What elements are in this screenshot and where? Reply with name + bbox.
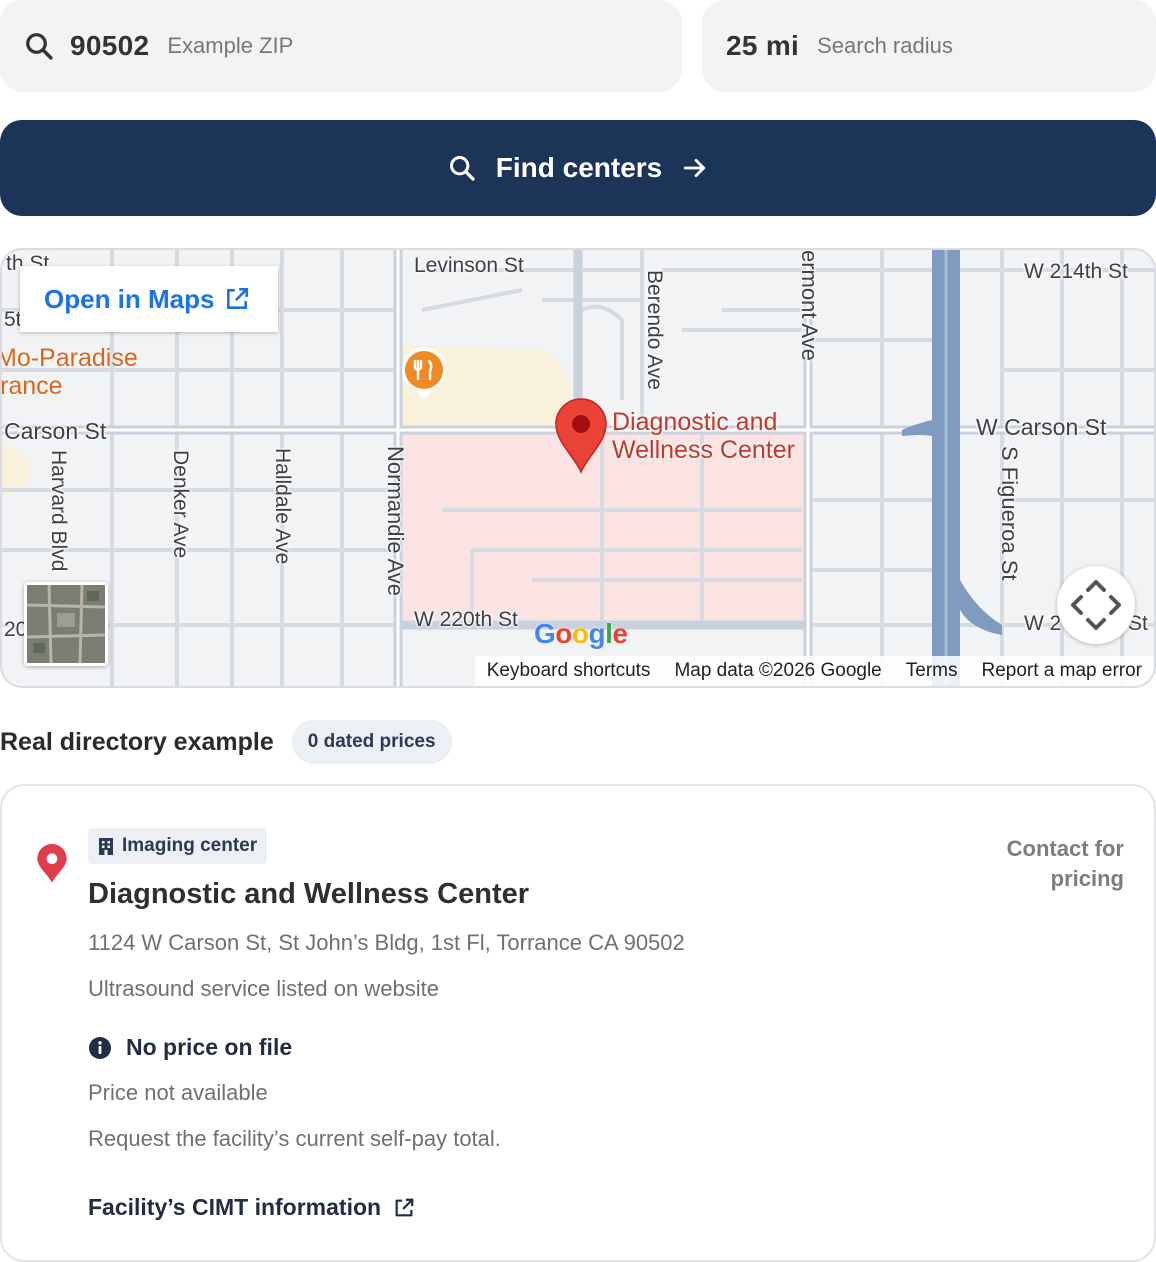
building-icon <box>99 838 113 855</box>
street-label: Harvard Blvd <box>47 450 70 572</box>
info-icon <box>89 1036 111 1059</box>
street-label: Carson St <box>4 418 107 444</box>
street-label: 5t <box>4 308 22 331</box>
map-pin-icon <box>37 844 67 883</box>
facility-address: 1124 W Carson St, St John’s Bldg, 1st Fl… <box>88 930 685 955</box>
zip-hint: Example ZIP <box>167 33 294 58</box>
external-link-icon <box>395 1198 414 1216</box>
radius-input[interactable]: 25 mi Search radius <box>702 0 1156 92</box>
google-logo: Google <box>534 618 628 649</box>
street-label: W Carson St <box>976 414 1107 440</box>
arrow-right-icon <box>684 159 706 177</box>
open-in-maps-button[interactable]: Open in Maps <box>20 266 278 332</box>
street-label: S Figueroa St <box>997 446 1022 581</box>
price-status-label: No price on file <box>126 1034 293 1060</box>
map-view[interactable]: th St 5t Levinson St W 214th St Carson S… <box>0 248 1156 688</box>
search-icon <box>449 155 475 181</box>
facility-card: Imaging center Diagnostic and Wellness C… <box>0 784 1156 1262</box>
directory-heading: Real directory example 0 dated prices <box>0 720 452 764</box>
report-error-link[interactable]: Report a map error <box>969 660 1154 682</box>
map-attribution: Keyboard shortcuts Map data ©2026 Google… <box>474 656 1154 686</box>
marker-label: Wellness Center <box>612 436 795 464</box>
street-label: W 220th St <box>414 608 518 631</box>
radius-hint: Search radius <box>817 33 953 58</box>
section-title: Real directory example <box>0 727 274 756</box>
location-marker-icon[interactable] <box>554 398 608 474</box>
radius-value: 25 mi <box>726 30 800 61</box>
poi-label: rance <box>0 372 63 400</box>
external-link-icon <box>227 287 249 309</box>
dated-prices-badge: 0 dated prices <box>291 720 452 764</box>
street-label: Halldale Ave <box>271 448 294 565</box>
street-label: Normandie Ave <box>383 446 408 597</box>
marker-label: Diagnostic and <box>612 408 778 436</box>
cimt-info-label: Facility’s CIMT information <box>88 1194 382 1220</box>
satellite-toggle[interactable] <box>24 582 108 666</box>
cimt-info-link[interactable]: Facility’s CIMT information <box>88 1194 415 1221</box>
facility-type-badge: Imaging center <box>88 828 268 864</box>
price-status-row: No price on file <box>88 1034 292 1061</box>
zip-input[interactable]: 90502 Example ZIP <box>0 0 682 92</box>
service-note: Ultrasound service listed on website <box>88 976 439 1001</box>
pricing-status: Contact for pricing <box>1006 836 1124 891</box>
open-in-maps-label: Open in Maps <box>44 283 215 314</box>
find-centers-button[interactable]: Find centers <box>0 120 1156 216</box>
poi-label: Mo-Paradise <box>0 344 138 372</box>
street-label: W 214th St <box>1024 260 1128 283</box>
keyboard-shortcuts-link[interactable]: Keyboard shortcuts <box>475 660 663 682</box>
facility-name: Diagnostic and Wellness Center <box>88 878 530 910</box>
satellite-thumbnail <box>27 585 105 663</box>
zip-value: 90502 <box>70 30 150 61</box>
street-label: ermont Ave <box>797 250 822 361</box>
terms-link[interactable]: Terms <box>894 660 970 682</box>
restaurant-icon[interactable] <box>400 348 448 402</box>
find-centers-label: Find centers <box>495 152 663 183</box>
street-label: Berendo Ave <box>643 270 666 390</box>
search-icon <box>26 33 53 60</box>
request-note: Request the facility’s current self-pay … <box>88 1126 501 1151</box>
facility-type-label: Imaging center <box>122 835 258 856</box>
move-arrows-icon <box>1071 580 1121 630</box>
street-label: Denker Ave <box>169 450 192 559</box>
map-data-text: Map data ©2026 Google <box>674 660 882 681</box>
camera-control-button[interactable] <box>1057 566 1135 644</box>
street-label: Levinson St <box>414 254 524 277</box>
street-label: W 2 <box>1024 612 1062 635</box>
price-note: Price not available <box>88 1080 268 1105</box>
